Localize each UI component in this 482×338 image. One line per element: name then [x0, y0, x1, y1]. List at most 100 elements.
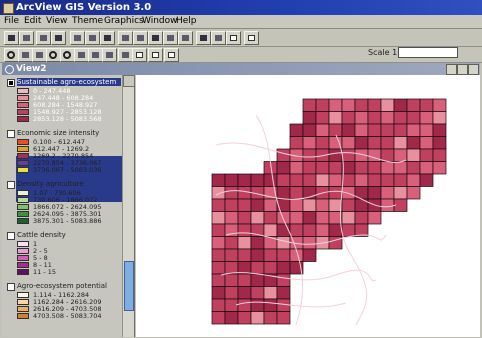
map-grid-cell[interactable] — [289, 173, 304, 187]
map-grid-cell[interactable] — [341, 98, 356, 112]
map-grid-cell[interactable] — [263, 261, 278, 275]
map-grid-cell[interactable] — [406, 161, 421, 175]
map-grid-cell[interactable] — [237, 298, 252, 312]
label-tool-button[interactable] — [118, 48, 133, 62]
map-grid-cell[interactable] — [328, 98, 343, 112]
map-grid-cell[interactable] — [393, 111, 408, 125]
map-grid-cell[interactable] — [302, 148, 317, 162]
map-grid-cell[interactable] — [341, 198, 356, 212]
hotlink-tool-button[interactable] — [102, 48, 117, 62]
map-display[interactable] — [136, 75, 480, 337]
menu-graphics[interactable]: Graphics — [104, 15, 144, 28]
map-grid-cell[interactable] — [419, 111, 434, 125]
map-grid-cell[interactable] — [250, 198, 265, 212]
map-grid-cell[interactable] — [224, 211, 239, 225]
map-grid-cell[interactable] — [276, 148, 291, 162]
map-grid-cell[interactable] — [367, 123, 382, 137]
map-grid-cell[interactable] — [224, 273, 239, 287]
map-grid-cell[interactable] — [380, 148, 395, 162]
map-grid-cell[interactable] — [315, 98, 330, 112]
vertex-edit-button[interactable] — [32, 48, 47, 62]
help-button[interactable] — [244, 31, 259, 45]
map-grid-cell[interactable] — [302, 123, 317, 137]
map-grid-cell[interactable] — [354, 136, 369, 150]
text-tool-button[interactable] — [132, 48, 147, 62]
map-grid-cell[interactable] — [263, 173, 278, 187]
map-grid-cell[interactable] — [393, 186, 408, 200]
map-grid-cell[interactable] — [263, 298, 278, 312]
toc-scrollbar[interactable] — [122, 75, 135, 337]
map-grid-cell[interactable] — [224, 298, 239, 312]
map-grid-cell[interactable] — [393, 123, 408, 137]
scroll-up-button[interactable] — [123, 75, 135, 87]
theme-visibility-checkbox[interactable] — [7, 79, 15, 87]
map-grid-cell[interactable] — [224, 311, 239, 325]
map-grid-cell[interactable] — [237, 311, 252, 325]
map-grid-cell[interactable] — [354, 211, 369, 225]
map-grid-cell[interactable] — [328, 223, 343, 237]
map-grid-cell[interactable] — [419, 161, 434, 175]
map-grid-cell[interactable] — [250, 173, 265, 187]
map-grid-cell[interactable] — [328, 198, 343, 212]
map-grid-cell[interactable] — [302, 111, 317, 125]
map-grid-cell[interactable] — [367, 173, 382, 187]
map-grid-cell[interactable] — [380, 136, 395, 150]
zoom-out-tool-button[interactable] — [60, 48, 75, 62]
map-grid-cell[interactable] — [354, 111, 369, 125]
map-grid-cell[interactable] — [302, 248, 317, 262]
query-builder-button[interactable] — [100, 31, 115, 45]
map-grid-cell[interactable] — [380, 198, 395, 212]
map-grid-cell[interactable] — [263, 223, 278, 237]
menu-file[interactable]: File — [4, 15, 19, 28]
map-grid-cell[interactable] — [211, 198, 226, 212]
map-grid-cell[interactable] — [419, 98, 434, 112]
zoom-active-button[interactable] — [133, 31, 148, 45]
save-button[interactable] — [4, 31, 19, 45]
map-grid-cell[interactable] — [224, 248, 239, 262]
info-tool-button[interactable] — [4, 48, 19, 62]
map-grid-cell[interactable] — [276, 173, 291, 187]
map-grid-cell[interactable] — [211, 236, 226, 250]
minimize-button[interactable] — [446, 64, 457, 75]
map-grid-cell[interactable] — [224, 198, 239, 212]
map-grid-cell[interactable] — [406, 186, 421, 200]
map-grid-cell[interactable] — [367, 211, 382, 225]
map-grid-cell[interactable] — [354, 161, 369, 175]
map-grid-cell[interactable] — [380, 173, 395, 187]
map-grid-cell[interactable] — [224, 286, 239, 300]
map-grid-cell[interactable] — [315, 173, 330, 187]
map-grid-cell[interactable] — [315, 136, 330, 150]
map-grid-cell[interactable] — [237, 211, 252, 225]
map-grid-cell[interactable] — [211, 298, 226, 312]
map-grid-cell[interactable] — [341, 111, 356, 125]
map-grid-cell[interactable] — [263, 198, 278, 212]
zoom-in-button[interactable] — [163, 31, 178, 45]
map-grid-cell[interactable] — [367, 98, 382, 112]
map-grid-cell[interactable] — [302, 211, 317, 225]
map-grid-cell[interactable] — [328, 161, 343, 175]
zoom-in-tool-button[interactable] — [46, 48, 61, 62]
open-table-button[interactable] — [70, 31, 85, 45]
theme-visibility-checkbox[interactable] — [7, 232, 15, 240]
edit-legend-button[interactable] — [51, 31, 66, 45]
map-grid-cell[interactable] — [367, 161, 382, 175]
map-grid-cell[interactable] — [237, 236, 252, 250]
map-grid-cell[interactable] — [432, 161, 447, 175]
clear-select-button[interactable] — [226, 31, 241, 45]
map-grid-cell[interactable] — [211, 248, 226, 262]
map-grid-cell[interactable] — [276, 211, 291, 225]
map-grid-cell[interactable] — [328, 186, 343, 200]
map-grid-cell[interactable] — [302, 198, 317, 212]
map-grid-cell[interactable] — [276, 198, 291, 212]
zoom-out-button[interactable] — [178, 31, 193, 45]
map-grid-cell[interactable] — [328, 148, 343, 162]
map-grid-cell[interactable] — [276, 261, 291, 275]
map-grid-cell[interactable] — [289, 211, 304, 225]
map-grid-cell[interactable] — [380, 98, 395, 112]
map-grid-cell[interactable] — [224, 236, 239, 250]
map-grid-cell[interactable] — [289, 186, 304, 200]
close-button[interactable] — [468, 64, 479, 75]
map-grid-cell[interactable] — [315, 111, 330, 125]
zoom-full-button[interactable] — [118, 31, 133, 45]
map-grid-cell[interactable] — [211, 286, 226, 300]
